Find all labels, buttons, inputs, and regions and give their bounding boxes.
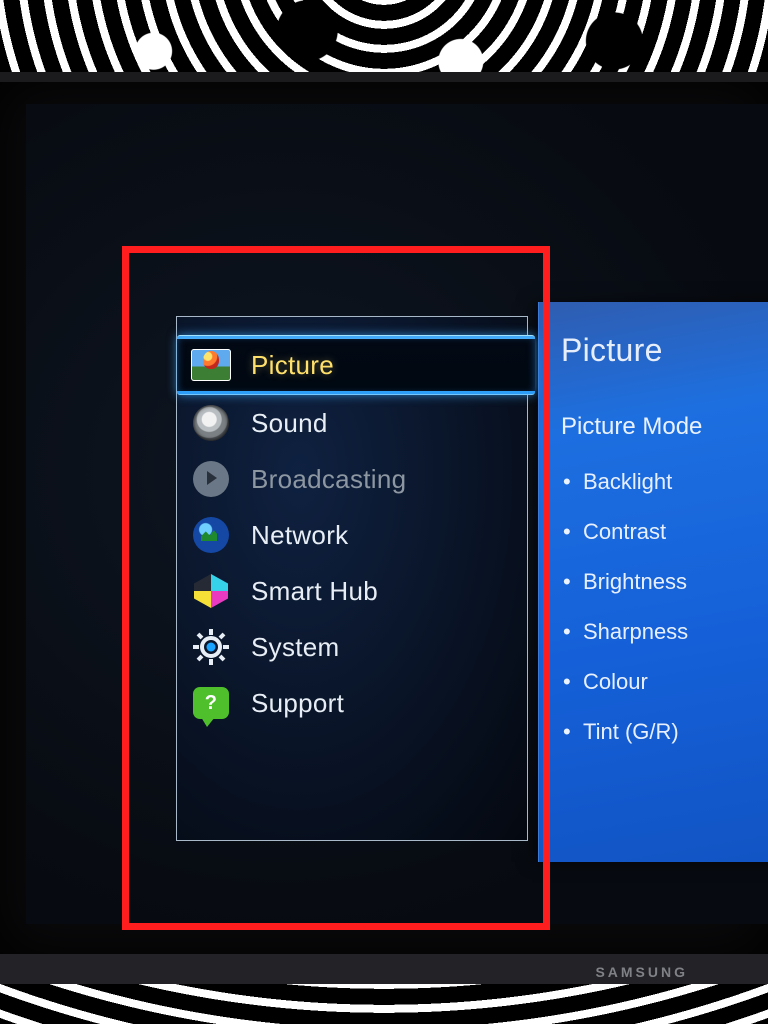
menu-item-label: Network (251, 520, 523, 551)
main-menu-panel: Picture Sound Broadcasting Network Smart (176, 316, 528, 841)
submenu-section-heading[interactable]: Picture Mode (561, 413, 768, 441)
main-menu-list: Picture Sound Broadcasting Network Smart (177, 335, 535, 731)
submenu-item-sharpness[interactable]: Sharpness (561, 607, 768, 657)
menu-item-sound[interactable]: Sound (177, 395, 535, 451)
menu-item-label: Support (251, 688, 523, 719)
menu-item-label: Smart Hub (251, 576, 523, 607)
menu-item-label: Broadcasting (251, 464, 523, 495)
submenu-list: Backlight Contrast Brightness Sharpness … (561, 457, 768, 757)
submenu-item-backlight[interactable]: Backlight (561, 457, 768, 507)
picture-icon (191, 345, 231, 385)
submenu-panel: Picture Picture Mode Backlight Contrast … (538, 302, 768, 862)
submenu-title: Picture (561, 332, 768, 369)
menu-item-system[interactable]: System (177, 619, 535, 675)
support-icon: ? (191, 683, 231, 723)
tv-brand-logo: SAMSUNG (595, 964, 688, 980)
menu-item-label: Sound (251, 408, 523, 439)
menu-item-picture[interactable]: Picture (177, 335, 535, 395)
menu-item-label: System (251, 632, 523, 663)
submenu-item-tint[interactable]: Tint (G/R) (561, 707, 768, 757)
network-icon (191, 515, 231, 555)
menu-item-label: Picture (251, 350, 523, 381)
submenu-item-colour[interactable]: Colour (561, 657, 768, 707)
menu-item-smart-hub[interactable]: Smart Hub (177, 563, 535, 619)
system-icon (191, 627, 231, 667)
tv-screen: Picture Sound Broadcasting Network Smart (26, 104, 768, 924)
menu-item-broadcasting[interactable]: Broadcasting (177, 451, 535, 507)
sound-icon (191, 403, 231, 443)
broadcasting-icon (191, 459, 231, 499)
submenu-item-contrast[interactable]: Contrast (561, 507, 768, 557)
menu-item-network[interactable]: Network (177, 507, 535, 563)
menu-item-support[interactable]: ? Support (177, 675, 535, 731)
submenu-item-brightness[interactable]: Brightness (561, 557, 768, 607)
smarthub-icon (191, 571, 231, 611)
tv-frame: SAMSUNG Picture Sound Broadcasting (0, 72, 768, 984)
